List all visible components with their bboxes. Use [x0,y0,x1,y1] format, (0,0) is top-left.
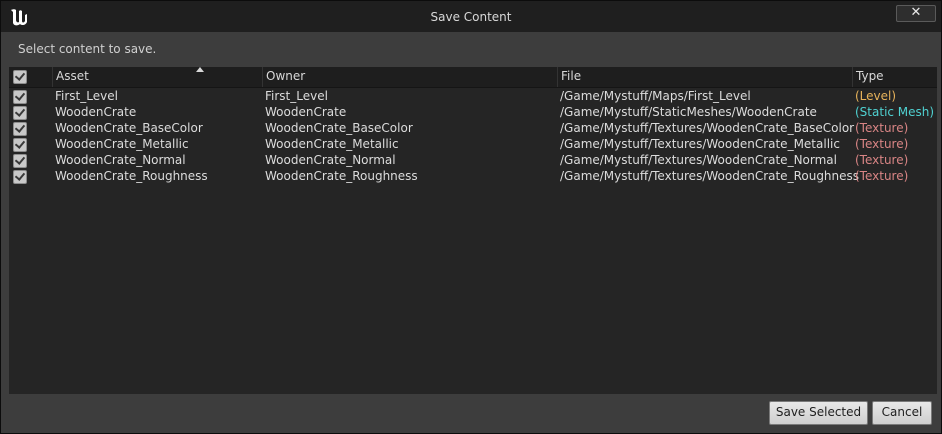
file-cell: /Game/Mystuff/Maps/First_Level [560,89,751,103]
row-checkbox[interactable] [13,122,27,136]
table-row[interactable]: First_Level First_Level /Game/Mystuff/Ma… [9,88,937,104]
save-selected-button[interactable]: Save Selected [769,401,868,425]
type-cell: (Texture) [855,169,909,183]
row-checkbox[interactable] [13,90,27,104]
row-checkbox[interactable] [13,154,27,168]
column-label-file: File [561,69,582,83]
save-content-dialog: Save Content ✕ Select content to save. A… [0,0,942,434]
column-header-type[interactable]: Type [852,67,937,87]
title-bar[interactable]: Save Content ✕ [1,1,941,32]
file-cell: /Game/Mystuff/Textures/WoodenCrate_BaseC… [560,121,855,135]
column-label-asset: Asset [56,69,89,83]
column-header-file[interactable]: File [557,67,852,87]
file-cell: /Game/Mystuff/StaticMeshes/WoodenCrate [560,105,817,119]
asset-cell: WoodenCrate_Roughness [55,169,208,183]
owner-cell: WoodenCrate_Normal [265,153,396,167]
instruction-text: Select content to save. [18,42,157,56]
owner-cell: First_Level [265,89,328,103]
table-row[interactable]: WoodenCrate_Normal WoodenCrate_Normal /G… [9,152,937,168]
file-cell: /Game/Mystuff/Textures/WoodenCrate_Metal… [560,137,840,151]
column-label-type: Type [856,69,884,83]
file-cell: /Game/Mystuff/Textures/WoodenCrate_Rough… [560,169,860,183]
cancel-button[interactable]: Cancel [872,401,932,425]
close-button[interactable]: ✕ [896,5,936,22]
owner-cell: WoodenCrate_Roughness [265,169,418,183]
type-cell: (Texture) [855,153,909,167]
asset-cell: First_Level [55,89,118,103]
asset-cell: WoodenCrate [55,105,137,119]
column-header-asset[interactable]: Asset [52,67,262,87]
type-cell: (Static Mesh) [855,105,935,119]
table-row[interactable]: WoodenCrate_Metallic WoodenCrate_Metalli… [9,136,937,152]
dialog-title: Save Content [430,10,512,24]
row-checkbox[interactable] [13,106,27,120]
table-row[interactable]: WoodenCrate_Roughness WoodenCrate_Roughn… [9,168,937,184]
sort-ascending-icon [196,67,204,72]
asset-cell: WoodenCrate_Normal [55,153,186,167]
column-header-owner[interactable]: Owner [262,67,557,87]
table-row[interactable]: WoodenCrate_BaseColor WoodenCrate_BaseCo… [9,120,937,136]
type-cell: (Texture) [855,137,909,151]
file-cell: /Game/Mystuff/Textures/WoodenCrate_Norma… [560,153,837,167]
select-all-checkbox[interactable] [13,70,27,84]
row-checkbox[interactable] [13,138,27,152]
owner-cell: WoodenCrate [265,105,347,119]
content-table: Asset Owner File Type First_Level First_… [9,67,937,394]
owner-cell: WoodenCrate_BaseColor [265,121,413,135]
type-cell: (Level) [855,89,897,103]
row-checkbox[interactable] [13,170,27,184]
table-header: Asset Owner File Type [9,67,937,88]
table-row[interactable]: WoodenCrate WoodenCrate /Game/Mystuff/St… [9,104,937,120]
asset-cell: WoodenCrate_Metallic [55,137,189,151]
column-label-owner: Owner [266,69,306,83]
type-cell: (Texture) [855,121,909,135]
owner-cell: WoodenCrate_Metallic [265,137,399,151]
asset-cell: WoodenCrate_BaseColor [55,121,203,135]
